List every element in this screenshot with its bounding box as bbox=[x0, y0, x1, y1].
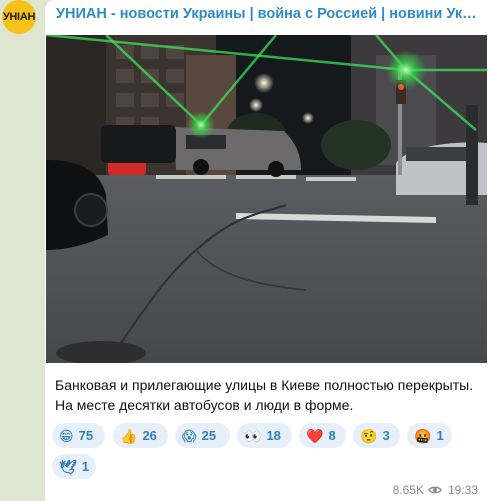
message-caption: Банковая и прилегающие улицы в Киеве пол… bbox=[55, 377, 474, 413]
reaction-scream[interactable]: 😱 25 bbox=[175, 423, 230, 448]
heart-emoji-icon: ❤️ bbox=[306, 427, 324, 444]
thumbs-up-emoji-icon: 👍 bbox=[120, 427, 138, 444]
message-photo[interactable] bbox=[46, 35, 487, 363]
reaction-count: 18 bbox=[266, 428, 281, 443]
reaction-heart[interactable]: ❤️ 8 bbox=[299, 423, 346, 448]
reaction-count: 8 bbox=[328, 428, 336, 443]
raised-eyebrow-emoji-icon: 🤨 bbox=[360, 427, 378, 444]
street-photo bbox=[46, 35, 487, 363]
views-count: 8.65K bbox=[392, 483, 424, 497]
reaction-thumbs-up[interactable]: 👍 26 bbox=[113, 423, 168, 448]
scream-emoji-icon: 😱 bbox=[182, 427, 197, 444]
grin-emoji-icon: 😁 bbox=[59, 427, 74, 444]
reaction-eyes[interactable]: 👀 18 bbox=[237, 423, 292, 448]
cursing-emoji-icon: 🤬 bbox=[414, 427, 432, 444]
reaction-grin[interactable]: 😁 75 bbox=[52, 423, 105, 448]
reaction-count: 25 bbox=[201, 428, 217, 443]
eyes-emoji-icon: 👀 bbox=[244, 427, 262, 444]
channel-avatar[interactable]: УНIАН bbox=[2, 0, 36, 34]
channel-name[interactable]: УНИАН - новости Украины | война с Россие… bbox=[56, 6, 481, 22]
reaction-count: 3 bbox=[382, 428, 390, 443]
reaction-count: 26 bbox=[142, 428, 157, 443]
message-meta: 8.65K 19:33 bbox=[393, 483, 478, 497]
message-bubble: УНИАН - новости Украины | война с Россие… bbox=[45, 0, 488, 501]
reaction-count: 1 bbox=[436, 428, 444, 443]
reaction-raised-eyebrow[interactable]: 🤨 3 bbox=[353, 423, 400, 448]
reaction-count: 1 bbox=[81, 459, 90, 474]
reaction-cursing[interactable]: 🤬 1 bbox=[407, 423, 452, 448]
reaction-dove[interactable]: 🕊 1 bbox=[52, 454, 96, 479]
eye-icon bbox=[428, 486, 442, 494]
reaction-count: 75 bbox=[78, 428, 94, 443]
message-time: 19:33 bbox=[447, 483, 478, 497]
dove-emoji-icon: 🕊 bbox=[59, 458, 77, 475]
